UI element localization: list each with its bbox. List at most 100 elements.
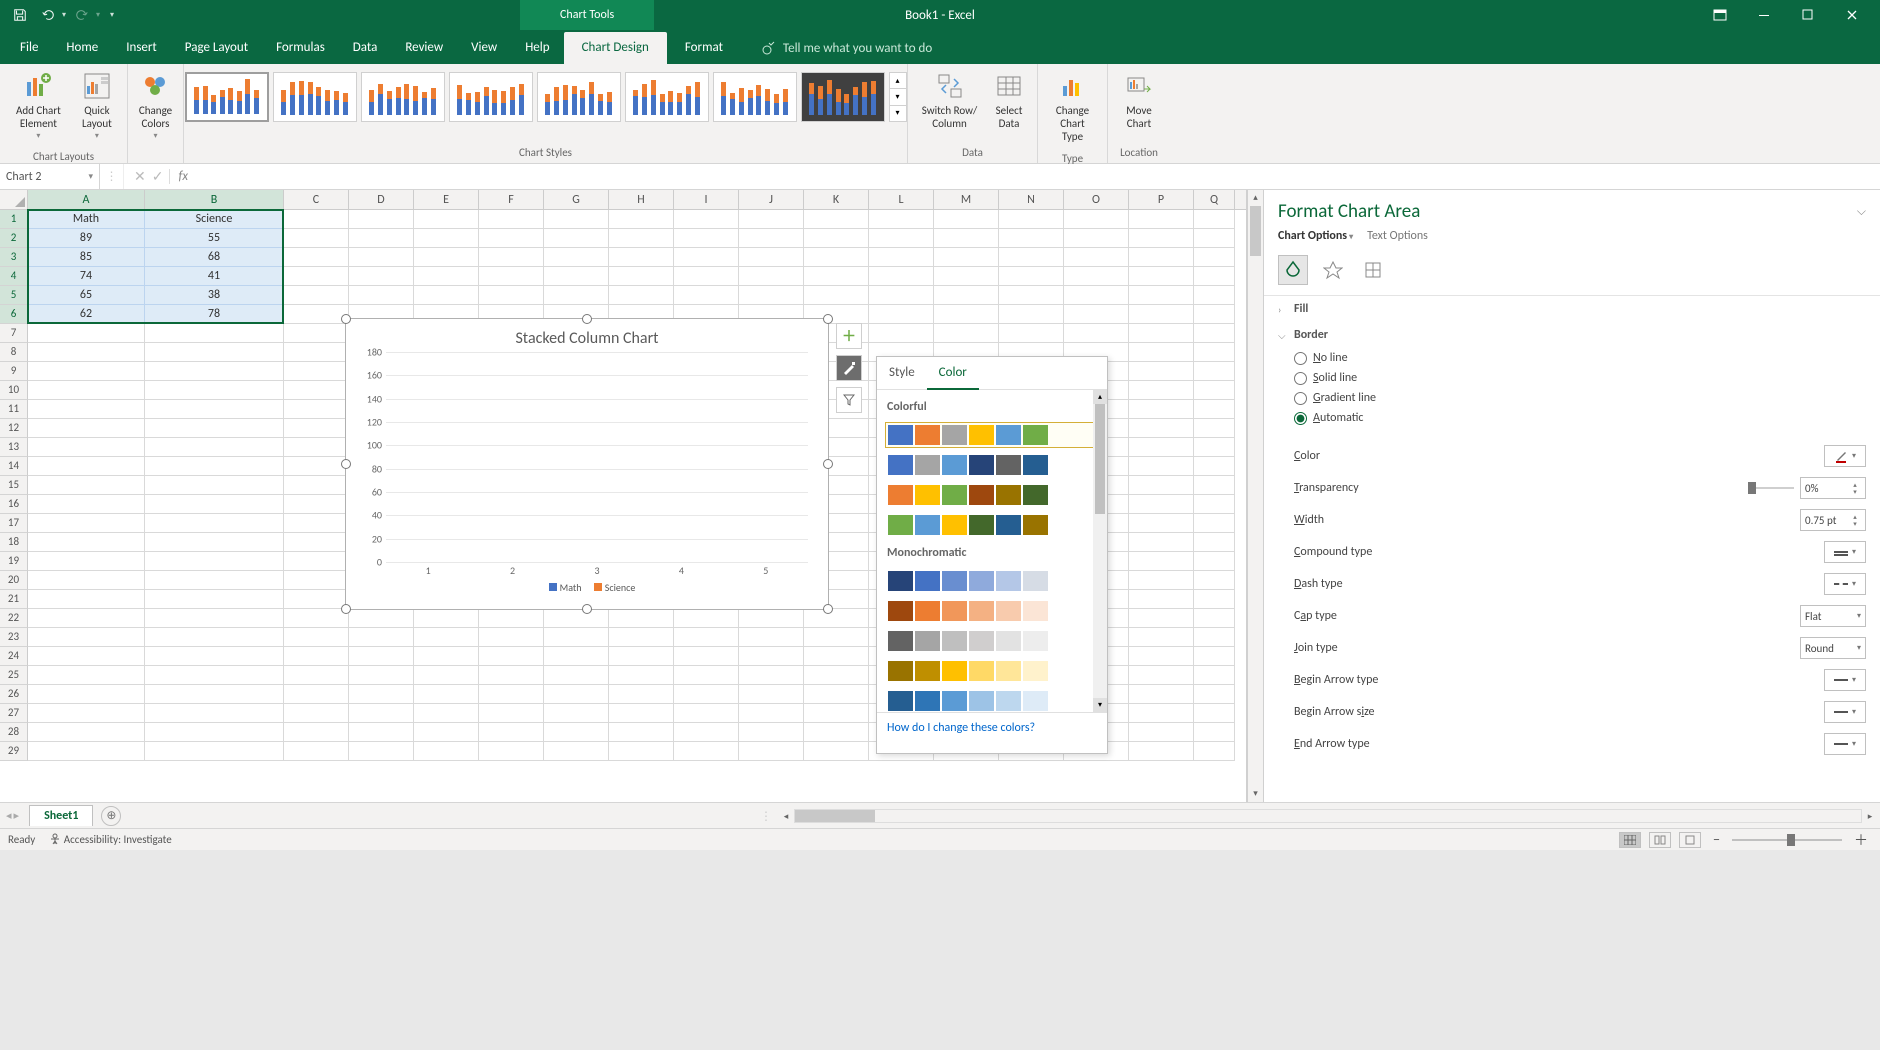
- cell-B20[interactable]: [145, 571, 284, 590]
- chart-x-axis[interactable]: 12345: [386, 564, 808, 577]
- chart-legend[interactable]: Math Science: [346, 581, 828, 594]
- change-chart-type-button[interactable]: Change Chart Type: [1044, 68, 1101, 146]
- cell-C27[interactable]: [284, 704, 349, 723]
- qat-customize[interactable]: ▾: [110, 10, 114, 20]
- row-header-12[interactable]: 12: [0, 419, 28, 438]
- cell-C8[interactable]: [284, 343, 349, 362]
- cell-B27[interactable]: [145, 704, 284, 723]
- cell-B21[interactable]: [145, 590, 284, 609]
- cell-H24[interactable]: [609, 647, 674, 666]
- cell-A9[interactable]: [28, 362, 145, 381]
- cell-K22[interactable]: [804, 609, 869, 628]
- cell-I5[interactable]: [674, 286, 739, 305]
- cell-C9[interactable]: [284, 362, 349, 381]
- cell-O7[interactable]: [1064, 324, 1129, 343]
- color-scheme-row[interactable]: [885, 482, 1099, 508]
- cell-B5[interactable]: 38: [145, 286, 284, 305]
- format-pane-collapse[interactable]: ⌵: [1857, 205, 1866, 219]
- row-header-20[interactable]: 20: [0, 571, 28, 590]
- cell-P18[interactable]: [1129, 533, 1194, 552]
- col-header-A[interactable]: A: [28, 190, 145, 209]
- maximize-button[interactable]: [1786, 0, 1830, 30]
- cell-N1[interactable]: [999, 210, 1064, 229]
- sheet-tab-sheet1[interactable]: Sheet1: [29, 805, 93, 826]
- cell-Q23[interactable]: [1194, 628, 1235, 647]
- cell-A15[interactable]: [28, 476, 145, 495]
- cell-L4[interactable]: [869, 267, 934, 286]
- cell-I29[interactable]: [674, 742, 739, 761]
- tab-insert[interactable]: Insert: [112, 32, 171, 64]
- col-header-E[interactable]: E: [414, 190, 479, 209]
- cell-C18[interactable]: [284, 533, 349, 552]
- begin-arrow-size-dropdown[interactable]: ▾: [1824, 701, 1866, 723]
- cell-A25[interactable]: [28, 666, 145, 685]
- cell-D22[interactable]: [349, 609, 414, 628]
- qat-redo-button[interactable]: [70, 3, 94, 27]
- cell-F28[interactable]: [479, 723, 544, 742]
- cell-L1[interactable]: [869, 210, 934, 229]
- color-scheme-row[interactable]: [885, 512, 1099, 538]
- cell-O5[interactable]: [1064, 286, 1129, 305]
- cell-E3[interactable]: [414, 248, 479, 267]
- color-popup-help-link[interactable]: How do I change these colors?: [877, 712, 1107, 743]
- cell-B14[interactable]: [145, 457, 284, 476]
- chart-style-5[interactable]: [537, 72, 621, 122]
- cell-F4[interactable]: [479, 267, 544, 286]
- cell-A28[interactable]: [28, 723, 145, 742]
- tab-data[interactable]: Data: [339, 32, 392, 64]
- close-button[interactable]: [1830, 0, 1874, 30]
- cell-P6[interactable]: [1129, 305, 1194, 324]
- cell-D2[interactable]: [349, 229, 414, 248]
- cell-A21[interactable]: [28, 590, 145, 609]
- cell-P9[interactable]: [1129, 362, 1194, 381]
- cell-E2[interactable]: [414, 229, 479, 248]
- cell-K4[interactable]: [804, 267, 869, 286]
- cell-H27[interactable]: [609, 704, 674, 723]
- cell-J5[interactable]: [739, 286, 804, 305]
- tab-help[interactable]: Help: [511, 32, 563, 64]
- chart-handle-sw[interactable]: [341, 604, 351, 614]
- chart-handle-nw[interactable]: [341, 314, 351, 324]
- select-data-button[interactable]: Select Data: [987, 68, 1031, 132]
- cell-C2[interactable]: [284, 229, 349, 248]
- cell-F24[interactable]: [479, 647, 544, 666]
- switch-row-column-button[interactable]: Switch Row/ Column: [914, 68, 985, 132]
- row-header-22[interactable]: 22: [0, 609, 28, 628]
- cell-P2[interactable]: [1129, 229, 1194, 248]
- cell-K29[interactable]: [804, 742, 869, 761]
- cell-I4[interactable]: [674, 267, 739, 286]
- cell-Q22[interactable]: [1194, 609, 1235, 628]
- cell-A27[interactable]: [28, 704, 145, 723]
- cell-N5[interactable]: [999, 286, 1064, 305]
- transparency-input[interactable]: 0%▴▾: [1800, 477, 1866, 499]
- worksheet-grid[interactable]: ABCDEFGHIJKLMNOPQ 1MathScience2895538568…: [0, 190, 1247, 802]
- cell-Q19[interactable]: [1194, 552, 1235, 571]
- cell-C10[interactable]: [284, 381, 349, 400]
- cell-C14[interactable]: [284, 457, 349, 476]
- cell-N2[interactable]: [999, 229, 1064, 248]
- styles-scroll-down[interactable]: ▾: [890, 89, 906, 105]
- row-header-26[interactable]: 26: [0, 685, 28, 704]
- cell-A14[interactable]: [28, 457, 145, 476]
- cell-D3[interactable]: [349, 248, 414, 267]
- cell-F27[interactable]: [479, 704, 544, 723]
- cell-Q12[interactable]: [1194, 419, 1235, 438]
- formula-cancel[interactable]: ✕: [134, 168, 146, 185]
- tell-me-input[interactable]: Tell me what you want to do: [783, 41, 932, 56]
- cell-A29[interactable]: [28, 742, 145, 761]
- cell-B15[interactable]: [145, 476, 284, 495]
- cell-H4[interactable]: [609, 267, 674, 286]
- join-type-dropdown[interactable]: Round▾: [1800, 637, 1866, 659]
- border-color-picker[interactable]: ▾: [1824, 445, 1866, 467]
- cell-J4[interactable]: [739, 267, 804, 286]
- row-header-9[interactable]: 9: [0, 362, 28, 381]
- cell-B26[interactable]: [145, 685, 284, 704]
- cell-A7[interactable]: [28, 324, 145, 343]
- cap-type-dropdown[interactable]: Flat▾: [1800, 605, 1866, 627]
- col-header-D[interactable]: D: [349, 190, 414, 209]
- cell-P17[interactable]: [1129, 514, 1194, 533]
- cell-M2[interactable]: [934, 229, 999, 248]
- cell-Q20[interactable]: [1194, 571, 1235, 590]
- cell-O1[interactable]: [1064, 210, 1129, 229]
- cell-P26[interactable]: [1129, 685, 1194, 704]
